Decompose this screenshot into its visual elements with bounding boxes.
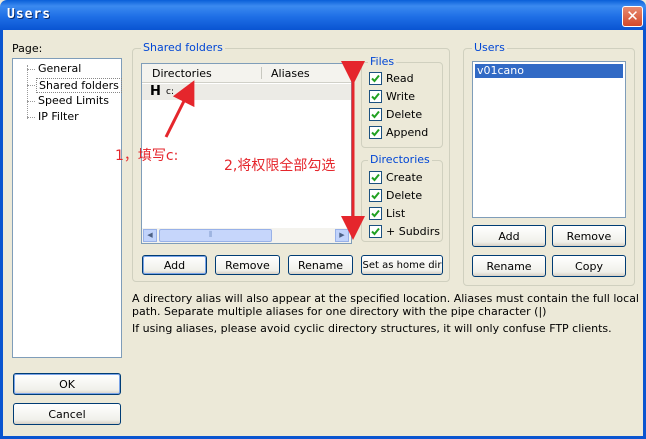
checkbox-checked-icon[interactable] xyxy=(369,108,382,121)
checkbox-checked-icon[interactable] xyxy=(369,189,382,202)
scroll-thumb[interactable]: ⦀ xyxy=(159,229,272,242)
tree-item-ip-filter[interactable]: IP Filter xyxy=(38,110,79,123)
directories-header: Directories Aliases xyxy=(142,64,351,83)
shared-folders-title: Shared folders xyxy=(141,41,225,54)
alias-info-line1: A directory alias will also appear at th… xyxy=(132,292,639,305)
scroll-left-icon[interactable]: ◀ xyxy=(143,229,157,242)
rename-directory-button[interactable]: Rename xyxy=(288,255,353,275)
tree-item-speed-limits[interactable]: Speed Limits xyxy=(38,94,109,107)
directory-row[interactable]: H c: xyxy=(142,84,351,100)
users-title: Users xyxy=(472,41,507,54)
user-list-item[interactable]: v01cano xyxy=(475,64,623,78)
rename-user-button[interactable]: Rename xyxy=(472,255,546,277)
page-label: Page: xyxy=(12,42,43,55)
annotation-step1: 1，填写c: xyxy=(115,148,179,164)
directories-title: Directories xyxy=(368,153,432,166)
annotation-step2: 2,将权限全部勾选 xyxy=(224,158,336,174)
checkbox-checked-icon[interactable] xyxy=(369,126,382,139)
files-title: Files xyxy=(368,55,397,68)
checkbox-checked-icon[interactable] xyxy=(369,171,382,184)
directory-path: c: xyxy=(166,87,174,97)
ok-button[interactable]: OK xyxy=(13,373,121,395)
scroll-grip-icon: ⦀ xyxy=(209,230,213,239)
cancel-button[interactable]: Cancel xyxy=(13,403,121,425)
window-title: Users xyxy=(7,7,52,22)
column-directories[interactable]: Directories xyxy=(152,67,212,80)
scroll-right-icon[interactable]: ▶ xyxy=(335,229,349,242)
checkbox-checked-icon[interactable] xyxy=(369,90,382,103)
tree-item-general[interactable]: General xyxy=(38,62,81,75)
home-dir-marker: H xyxy=(150,84,161,99)
close-icon[interactable]: ✕ xyxy=(622,6,643,27)
alias-info-line2: path. Separate multiple aliases for one … xyxy=(132,305,547,318)
copy-user-button[interactable]: Copy xyxy=(552,255,626,277)
set-home-dir-button[interactable]: Set as home dir xyxy=(361,255,443,275)
alias-info-line3: If using aliases, please avoid cyclic di… xyxy=(132,322,612,335)
tree-item-shared-folders[interactable]: Shared folders xyxy=(36,78,122,93)
page-tree[interactable]: General Shared folders Speed Limits IP F… xyxy=(12,58,122,358)
remove-directory-button[interactable]: Remove xyxy=(215,255,280,275)
title-bar: Users ✕ xyxy=(0,0,646,30)
horizontal-scrollbar[interactable]: ◀ ⦀ ▶ xyxy=(142,228,351,243)
checkbox-checked-icon[interactable] xyxy=(369,72,382,85)
add-user-button[interactable]: Add xyxy=(472,225,546,247)
remove-user-button[interactable]: Remove xyxy=(552,225,626,247)
checkbox-checked-icon[interactable] xyxy=(369,225,382,238)
users-list[interactable]: v01cano xyxy=(472,61,626,218)
add-directory-button[interactable]: Add xyxy=(142,255,207,275)
column-aliases[interactable]: Aliases xyxy=(271,67,310,80)
checkbox-checked-icon[interactable] xyxy=(369,207,382,220)
